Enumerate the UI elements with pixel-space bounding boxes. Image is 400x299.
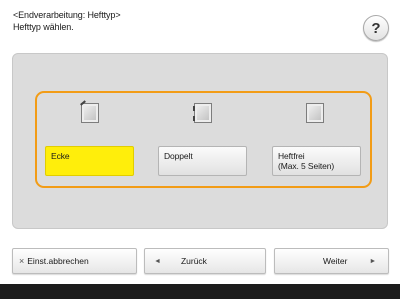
close-icon: × — [19, 256, 25, 266]
cancel-settings-button[interactable]: × Einst.abbrechen — [12, 248, 137, 274]
header: <Endverarbeitung: Hefttyp> Hefttyp wähle… — [0, 0, 400, 48]
option-staple-free-sublabel: (Max. 5 Seiten) — [278, 161, 335, 171]
option-corner-button[interactable]: Ecke — [45, 146, 134, 176]
next-label: Weiter — [323, 256, 348, 266]
staple-double-icon — [193, 103, 212, 123]
option-corner-label: Ecke — [51, 151, 70, 161]
screen-instruction: Hefttyp wählen. — [13, 22, 74, 32]
arrow-right-icon: ► — [369, 257, 377, 265]
cancel-settings-label: Einst.abbrechen — [27, 256, 89, 266]
next-button[interactable]: Weiter ► — [274, 248, 389, 274]
screen-title: <Endverarbeitung: Hefttyp> — [13, 10, 121, 20]
back-button[interactable]: ◄ Zurück — [144, 248, 266, 274]
staple-free-icon — [306, 103, 324, 123]
option-staple-free-label: Heftfrei — [278, 151, 305, 161]
question-mark-icon: ? — [371, 19, 381, 37]
bottom-bar — [0, 284, 400, 299]
help-button[interactable]: ? — [363, 15, 389, 41]
option-double-label: Doppelt — [164, 151, 193, 161]
option-staple-free-button[interactable]: Heftfrei (Max. 5 Seiten) — [272, 146, 361, 176]
option-double-button[interactable]: Doppelt — [158, 146, 247, 176]
staple-corner-icon — [81, 103, 99, 123]
arrow-left-icon: ◄ — [154, 257, 161, 265]
back-label: Zurück — [180, 256, 207, 266]
